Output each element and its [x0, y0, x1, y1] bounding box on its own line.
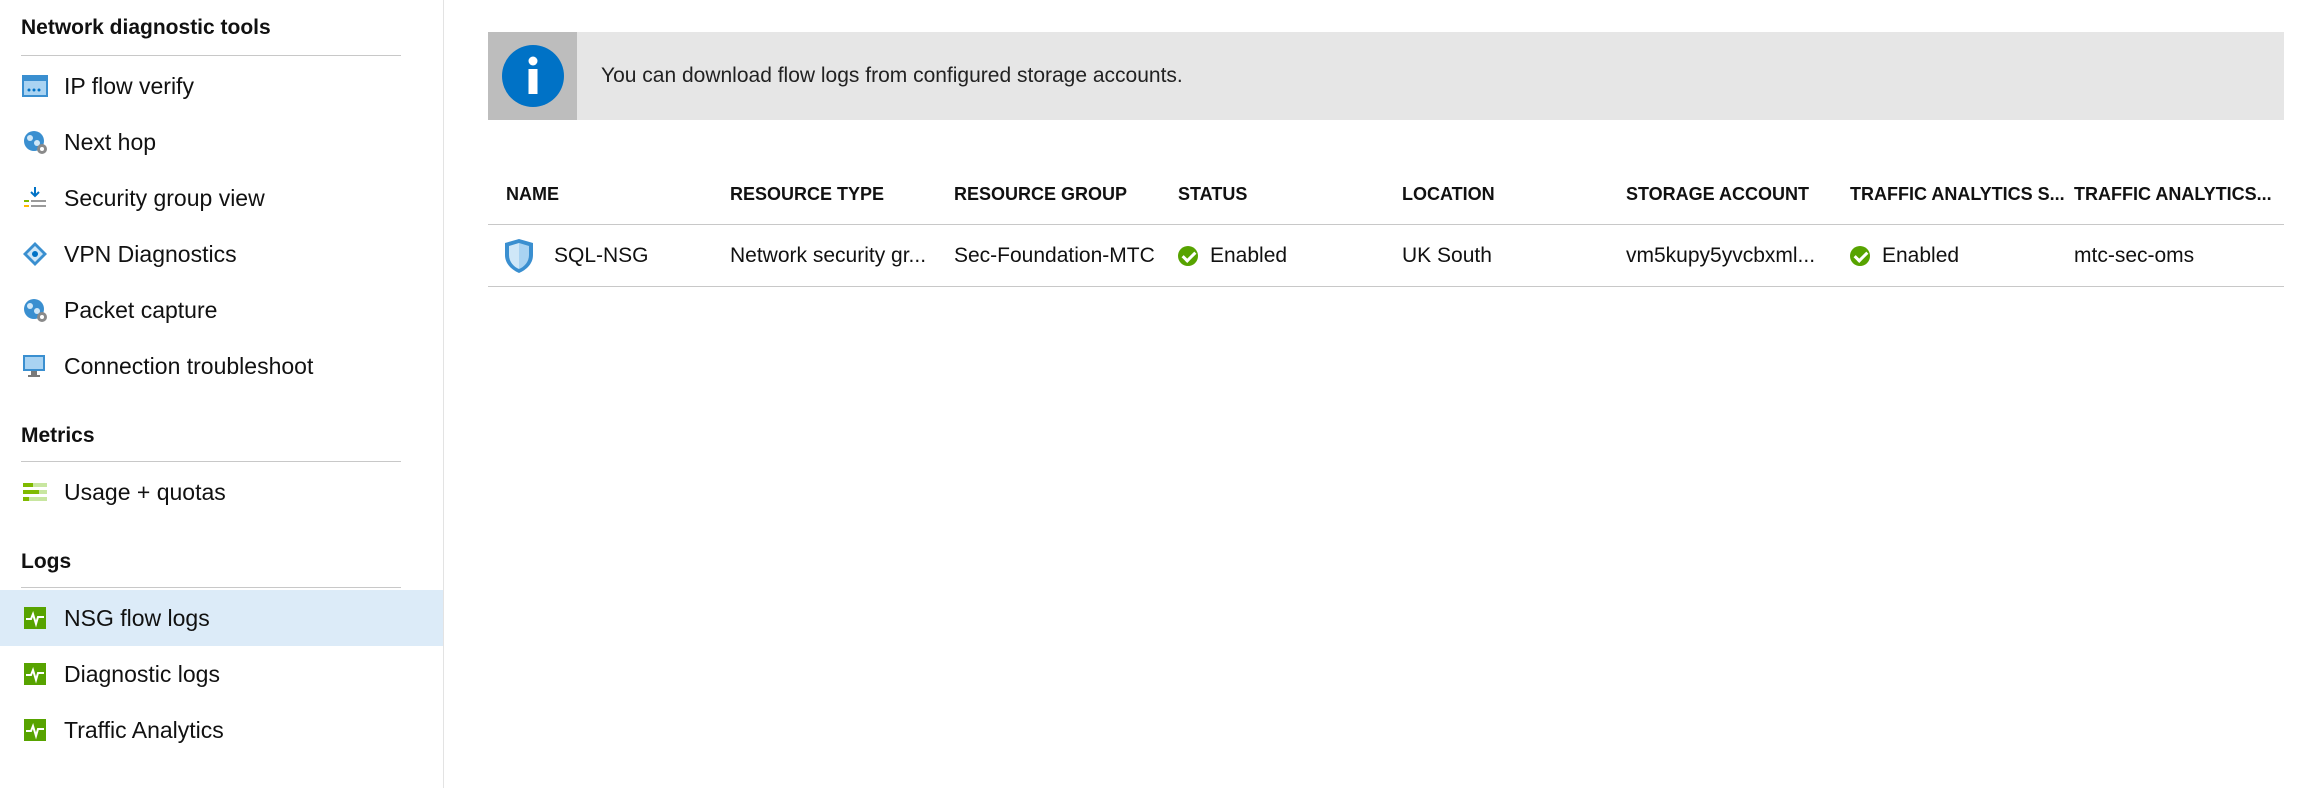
table-header: NAME RESOURCE TYPE RESOURCE GROUP STATUS… [488, 160, 2284, 225]
column-header-traffic-analytics-status[interactable]: TRAFFIC ANALYTICS S... [1850, 160, 2065, 224]
packet-capture-icon [21, 297, 48, 324]
column-header-location[interactable]: LOCATION [1402, 160, 1495, 224]
section-title-logs: Logs [21, 550, 72, 573]
sidebar-item-label: Diagnostic logs [64, 660, 220, 687]
section-title-metrics: Metrics [21, 424, 95, 447]
sidebar-item-label: Usage + quotas [64, 478, 226, 505]
cell-location: UK South [1402, 243, 1492, 267]
security-group-view-icon [21, 185, 48, 212]
sidebar-item-security-group-view[interactable]: Security group view [0, 170, 443, 226]
section-title-network-diagnostic-tools: Network diagnostic tools [21, 16, 271, 39]
sidebar-item-label: Packet capture [64, 296, 218, 323]
section-divider [21, 55, 401, 56]
info-banner: You can download flow logs from configur… [488, 32, 2284, 120]
ip-flow-verify-icon [21, 73, 48, 100]
nsg-flow-logs-icon [21, 605, 48, 632]
flow-logs-table: NAME RESOURCE TYPE RESOURCE GROUP STATUS… [488, 160, 2284, 287]
cell-resource-group: Sec-Foundation-MTC [954, 243, 1155, 267]
sidebar-item-diagnostic-logs[interactable]: Diagnostic logs [0, 646, 443, 702]
sidebar-item-packet-capture[interactable]: Packet capture [0, 282, 443, 338]
sidebar-item-connection-troubleshoot[interactable]: Connection troubleshoot [0, 338, 443, 394]
section-divider [21, 587, 401, 588]
sidebar-item-label: Traffic Analytics [64, 716, 224, 743]
sidebar-item-traffic-analytics[interactable]: Traffic Analytics [0, 702, 443, 758]
next-hop-icon [21, 129, 48, 156]
cell-traffic-analytics-status: Enabled [1850, 225, 1959, 286]
column-header-name[interactable]: NAME [506, 160, 559, 224]
sidebar-item-label: NSG flow logs [64, 604, 210, 631]
status-text: Enabled [1210, 243, 1288, 267]
section-divider [21, 461, 401, 462]
sidebar-item-vpn-diagnostics[interactable]: VPN Diagnostics [0, 226, 443, 282]
cell-traffic-analytics-workspace: mtc-sec-oms [2074, 243, 2195, 267]
sidebar-item-label: Connection troubleshoot [64, 352, 314, 379]
shield-icon [505, 238, 533, 273]
cell-resource-type: Network security gr... [730, 243, 927, 267]
sidebar-item-nsg-flow-logs[interactable]: NSG flow logs [0, 590, 443, 646]
info-banner-text: You can download flow logs from configur… [601, 64, 1183, 87]
table-row[interactable]: SQL-NSG Network security gr... Sec-Found… [488, 225, 2284, 287]
sidebar-item-next-hop[interactable]: Next hop [0, 114, 443, 170]
traffic-analytics-icon [21, 717, 48, 744]
column-header-status[interactable]: STATUS [1178, 160, 1247, 224]
sidebar-item-label: Next hop [64, 128, 157, 155]
info-icon-box [488, 32, 577, 120]
resource-name: SQL-NSG [554, 243, 649, 267]
sidebar-item-label: Security group view [64, 184, 265, 211]
cell-name[interactable]: SQL-NSG [504, 225, 649, 286]
sidebar-item-label: VPN Diagnostics [64, 240, 237, 267]
column-header-traffic-analytics-workspace[interactable]: TRAFFIC ANALYTICS... [2074, 160, 2272, 224]
column-header-resource-type[interactable]: RESOURCE TYPE [730, 160, 884, 224]
diagnostic-logs-icon [21, 661, 48, 688]
info-icon [501, 45, 564, 107]
connection-troubleshoot-icon [21, 353, 48, 380]
vpn-diagnostics-icon [21, 241, 48, 268]
check-circle-icon [1850, 245, 1870, 266]
cell-status: Enabled [1178, 225, 1287, 286]
column-header-resource-group[interactable]: RESOURCE GROUP [954, 160, 1127, 224]
usage-quotas-icon [21, 479, 48, 506]
column-header-storage-account[interactable]: STORAGE ACCOUNT [1626, 160, 1809, 224]
sidebar: Network diagnostic tools IP flow verify … [0, 0, 444, 788]
check-circle-icon [1178, 245, 1198, 266]
status-text: Enabled [1882, 243, 1960, 267]
sidebar-item-label: IP flow verify [64, 72, 194, 99]
sidebar-item-usage-quotas[interactable]: Usage + quotas [0, 464, 443, 520]
cell-storage-account: vm5kupy5yvcbxml... [1626, 243, 1816, 267]
sidebar-item-ip-flow-verify[interactable]: IP flow verify [0, 58, 443, 114]
